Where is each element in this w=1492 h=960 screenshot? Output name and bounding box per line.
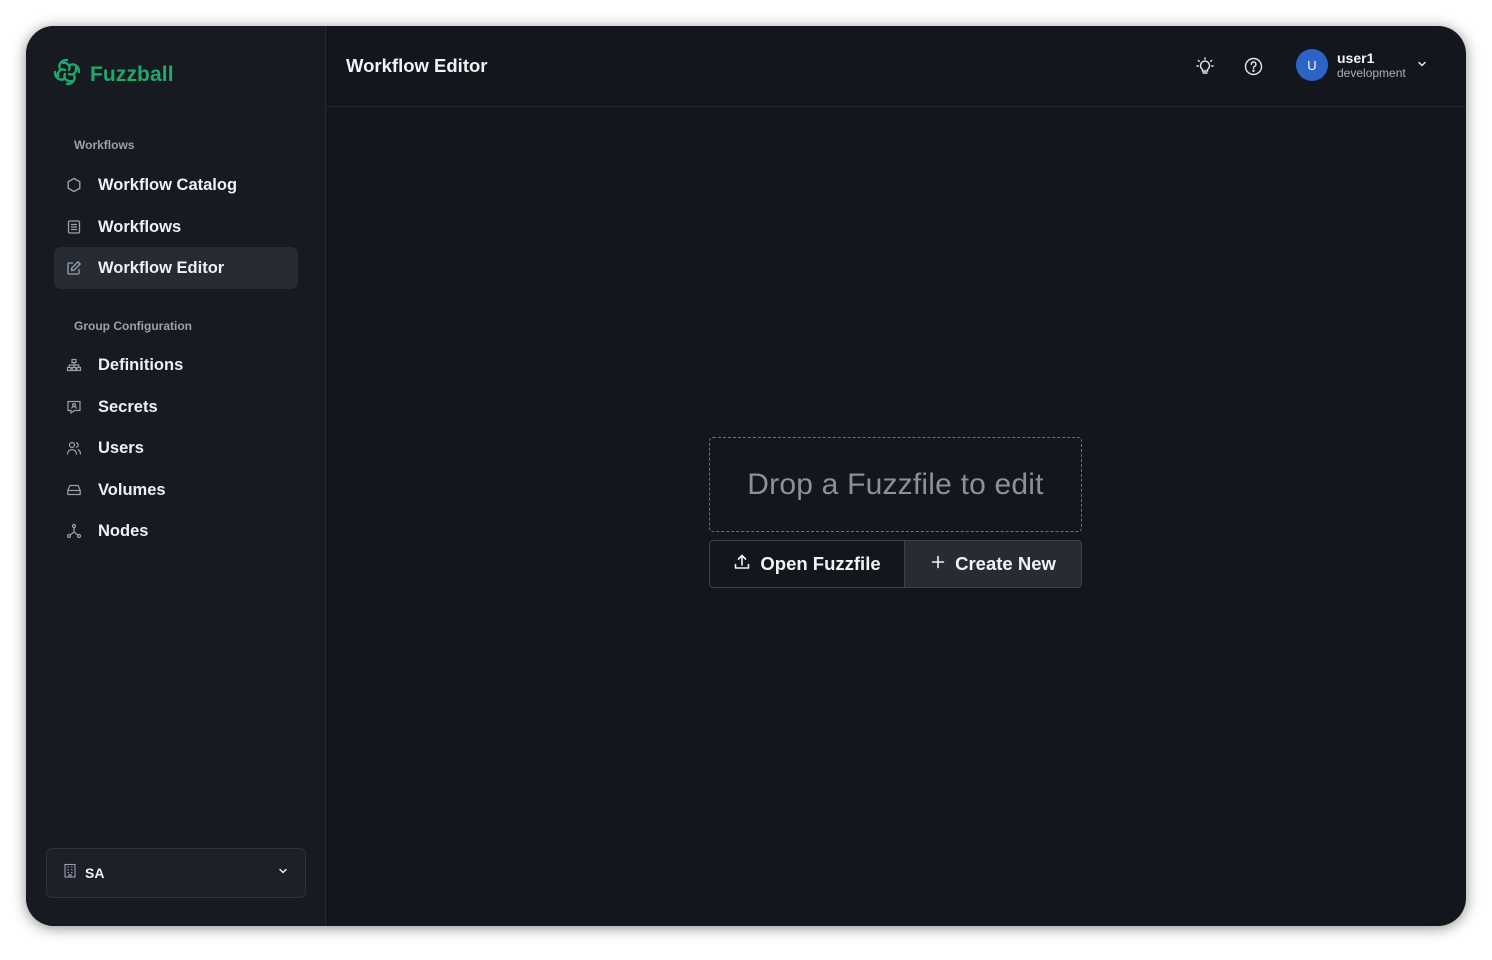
lightbulb-icon[interactable] — [1195, 56, 1215, 76]
sitemap-icon — [65, 357, 82, 374]
upload-icon — [733, 553, 751, 576]
sidebar-item-workflows[interactable]: Workflows — [54, 206, 298, 248]
drive-icon — [65, 482, 82, 499]
sidebar-item-label: Workflow Editor — [98, 258, 225, 277]
open-fuzzfile-button[interactable]: Open Fuzzfile — [709, 540, 905, 588]
avatar: U — [1296, 49, 1328, 81]
user-info: user1 development — [1337, 51, 1406, 79]
user-environment: development — [1337, 66, 1406, 80]
create-new-button[interactable]: Create New — [905, 540, 1082, 588]
section-label-group-configuration: Group Configuration — [74, 319, 192, 333]
page-title: Workflow Editor — [346, 55, 488, 76]
main-content: Workflow Editor U user1 development Drop… — [326, 26, 1466, 926]
editor-actions: Open Fuzzfile Create New — [709, 540, 1082, 588]
app-name: Fuzzball — [90, 62, 174, 86]
secret-icon — [65, 399, 82, 416]
nodes-icon — [65, 523, 82, 540]
sidebar-item-workflow-editor[interactable]: Workflow Editor — [54, 247, 298, 289]
fuzzball-logo-icon — [52, 57, 82, 92]
sidebar-item-definitions[interactable]: Definitions — [54, 344, 298, 386]
user-name: user1 — [1337, 50, 1375, 66]
app-window: Fuzzball Workflows Workflow Catalog Work… — [26, 26, 1466, 926]
sidebar-item-secrets[interactable]: Secrets — [54, 386, 298, 428]
sidebar-item-label: Secrets — [98, 397, 158, 416]
dropzone-text: Drop a Fuzzfile to edit — [747, 467, 1044, 501]
group-select[interactable]: SA — [46, 848, 306, 898]
sidebar-item-label: Workflow Catalog — [98, 175, 238, 194]
sidebar-item-label: Definitions — [98, 355, 184, 374]
user-menu[interactable]: U user1 development — [1296, 49, 1428, 81]
edit-icon — [65, 260, 82, 277]
hexagon-icon — [65, 177, 82, 194]
group-select-label: SA — [85, 865, 105, 881]
sidebar: Fuzzball Workflows Workflow Catalog Work… — [26, 26, 326, 926]
top-bar: Workflow Editor U user1 development — [326, 26, 1466, 107]
sidebar-item-users[interactable]: Users — [54, 427, 298, 469]
sidebar-item-label: Volumes — [98, 480, 166, 499]
fuzzfile-dropzone[interactable]: Drop a Fuzzfile to edit — [709, 437, 1082, 532]
sidebar-item-nodes[interactable]: Nodes — [54, 510, 298, 552]
create-new-label: Create New — [955, 553, 1056, 574]
open-fuzzfile-label: Open Fuzzfile — [760, 553, 881, 574]
sidebar-item-label: Nodes — [98, 521, 149, 540]
sidebar-item-label: Workflows — [98, 217, 182, 236]
chevron-down-icon — [1416, 57, 1428, 75]
plus-icon — [930, 553, 946, 575]
logo[interactable]: Fuzzball — [52, 57, 174, 92]
building-icon — [63, 863, 77, 883]
sidebar-item-volumes[interactable]: Volumes — [54, 469, 298, 511]
users-icon — [65, 440, 82, 457]
sidebar-item-workflow-catalog[interactable]: Workflow Catalog — [54, 164, 298, 206]
help-icon[interactable] — [1243, 56, 1263, 76]
sidebar-item-label: Users — [98, 438, 144, 457]
chevron-down-icon — [277, 864, 289, 882]
section-label-workflows: Workflows — [74, 138, 135, 152]
list-icon — [65, 219, 82, 236]
